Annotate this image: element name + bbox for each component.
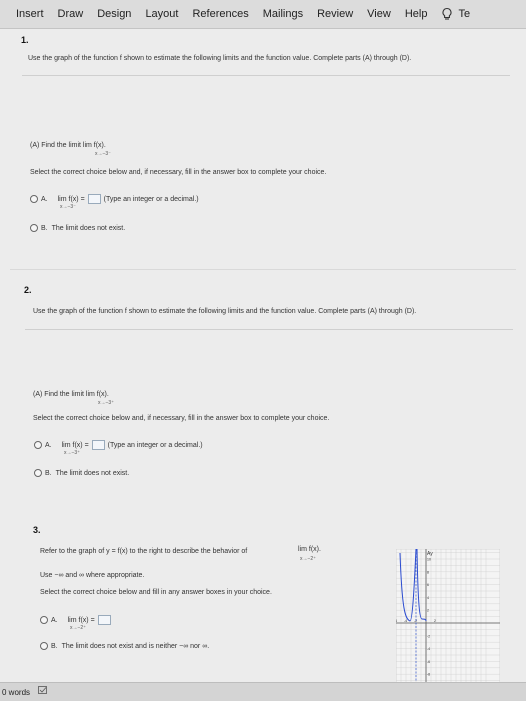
tab-design[interactable]: Design (90, 8, 138, 20)
y-tick-label: -8 (427, 673, 430, 677)
q1-option-a[interactable]: A. lim f(x) = (Type an integer or a deci… (30, 194, 199, 204)
q3-option-a-sub: x→−2⁺ (70, 625, 86, 631)
tab-view[interactable]: View (360, 8, 398, 20)
q3-prompt: Refer to the graph of y = f(x) to the ri… (40, 548, 248, 555)
q2-option-a[interactable]: A. lim f(x) = (Type an integer or a deci… (34, 440, 203, 450)
q1-part-a-sub: x→−3⁻ (95, 151, 111, 157)
q3-option-b-letter: B. (51, 642, 58, 650)
q3-option-b-radio[interactable] (40, 642, 48, 650)
q3-answer-box[interactable] (97, 615, 111, 625)
y-tick-label: 10 (427, 558, 431, 562)
q1-prompt: Use the graph of the function f shown to… (28, 55, 412, 62)
y-tick-label: -6 (427, 660, 430, 664)
y-tick-label: 2 (427, 609, 429, 613)
q2-option-a-hint: (Type an integer or a decimal.) (107, 441, 203, 449)
q3-option-a-letter: A. (51, 616, 58, 624)
q2-option-a-expr: lim f(x) = (61, 441, 89, 449)
q3-option-a-radio[interactable] (40, 616, 48, 624)
y-axis-label: Ay (427, 551, 433, 557)
q1-option-b-radio[interactable] (30, 224, 38, 232)
x-tick-label: 2 (434, 619, 436, 623)
q3-prompt-lim: lim f(x). (298, 546, 321, 553)
tab-mailings[interactable]: Mailings (256, 8, 310, 20)
q2-part-a: (A) Find the limit lim f(x). (33, 391, 109, 398)
proofing-icon[interactable] (38, 686, 49, 698)
q1-instruction: Select the correct choice below and, if … (30, 169, 327, 176)
tab-layout[interactable]: Layout (138, 8, 185, 20)
x-tick-label: -4 (404, 619, 407, 623)
q2-option-b[interactable]: B. The limit does not exist. (34, 469, 129, 477)
status-bar: 0 words (0, 682, 526, 701)
q3-function-graph: Ay -10-8-6-4-22 108642-2-4-6-8-10 (374, 548, 501, 690)
q1-option-b-letter: B. (41, 224, 48, 232)
q2-number: 2. (24, 285, 32, 295)
q3-number: 3. (33, 525, 41, 535)
lightbulb-icon[interactable] (440, 7, 454, 21)
q2-option-b-letter: B. (45, 469, 52, 477)
q2-divider (25, 329, 513, 330)
q2-part-a-sub: x→−3⁺ (98, 400, 114, 406)
tab-help[interactable]: Help (398, 8, 435, 20)
q2-prompt: Use the graph of the function f shown to… (33, 308, 417, 315)
x-tick-label: -2 (414, 619, 417, 623)
ribbon-tabs: Insert Draw Design Layout References Mai… (0, 0, 526, 29)
q1-option-a-radio[interactable] (30, 195, 38, 203)
tell-me-search[interactable]: Te (454, 8, 477, 20)
y-tick-label: -2 (427, 634, 430, 638)
q2-instruction: Select the correct choice below and, if … (33, 415, 330, 422)
q3-prompt-sub: x→−2⁺ (300, 556, 316, 562)
q1-option-a-hint: (Type an integer or a decimal.) (103, 195, 199, 203)
word-count[interactable]: 0 words (0, 688, 30, 697)
tab-draw[interactable]: Draw (51, 8, 91, 20)
x-tick-label: -6 (396, 619, 397, 623)
q3-option-a[interactable]: A. lim f(x) = (40, 615, 114, 625)
q1-option-a-letter: A. (41, 195, 48, 203)
tab-review[interactable]: Review (310, 8, 360, 20)
tab-insert[interactable]: Insert (0, 8, 51, 20)
q1-option-b-text: The limit does not exist. (51, 224, 126, 232)
q3-option-b[interactable]: B. The limit does not exist and is neith… (40, 642, 209, 650)
q1-part-a: (A) Find the limit lim f(x). (30, 142, 106, 149)
y-tick-label: 8 (427, 570, 429, 574)
q1-option-a-expr: lim f(x) = (57, 195, 85, 203)
y-tick-label: 4 (427, 596, 429, 600)
tab-references[interactable]: References (185, 8, 255, 20)
q1-option-a-sub: x→−3⁻ (60, 204, 76, 210)
q3-hint: Use −∞ and ∞ where appropriate. (40, 572, 145, 579)
q2-option-a-radio[interactable] (34, 441, 42, 449)
q3-instruction: Select the correct choice below and fill… (40, 589, 272, 596)
page-gap-line (10, 269, 516, 270)
q2-option-a-sub: x→−3⁺ (64, 450, 80, 456)
q2-option-b-radio[interactable] (34, 469, 42, 477)
q1-option-b[interactable]: B. The limit does not exist. (30, 224, 125, 232)
q1-answer-box[interactable] (87, 194, 101, 204)
y-tick-label: 6 (427, 583, 429, 587)
q2-option-b-text: The limit does not exist. (55, 469, 130, 477)
q2-option-a-letter: A. (45, 441, 52, 449)
q1-number: 1. (21, 35, 29, 45)
q3-option-a-expr: lim f(x) = (67, 616, 95, 624)
q2-answer-box[interactable] (91, 440, 105, 450)
y-tick-label: -4 (427, 647, 430, 651)
graph-svg: Ay -10-8-6-4-22 108642-2-4-6-8-10 (374, 548, 501, 690)
q3-option-b-text: The limit does not exist and is neither … (61, 642, 210, 650)
q1-divider (22, 75, 510, 76)
